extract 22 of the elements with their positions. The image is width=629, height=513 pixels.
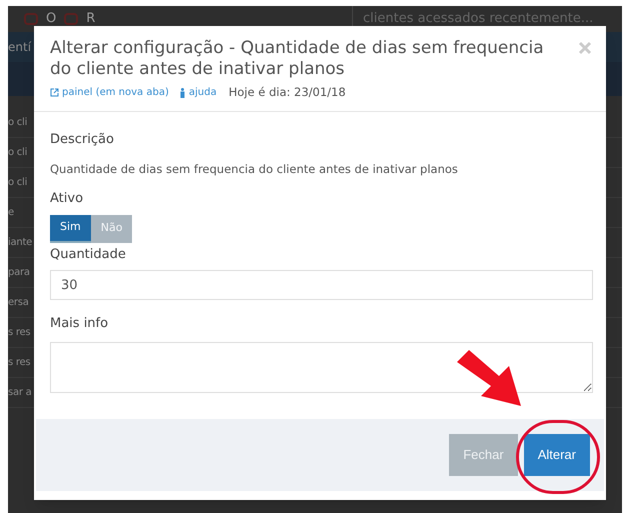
field-label: Ativo (50, 190, 84, 208)
toolbar-icon[interactable] (24, 13, 38, 25)
modal-title: Alterar configuração - Quantidade de dias sem frequencia do cliente antes de inativar planos (50, 38, 545, 80)
toolbar-label: O (46, 10, 56, 28)
nav-label: entí (8, 39, 32, 56)
link[interactable]: painel (em nova aba) (50, 85, 169, 100)
link[interactable]: ajuda (178, 85, 217, 100)
toggle-option[interactable]: Não (90, 214, 132, 242)
toggle-option[interactable]: Sim (50, 214, 91, 242)
arrow-icon (457, 350, 521, 406)
dialog-button[interactable]: Fechar (449, 434, 518, 476)
close-icon[interactable] (578, 41, 592, 55)
description-text: Quantidade de dias sem frequencia do cliente antes de inativar planos (50, 160, 459, 178)
text-area[interactable] (50, 342, 593, 392)
field-label: Quantidade (50, 246, 127, 264)
external-link-icon (50, 88, 59, 98)
field-label: Mais info (50, 315, 110, 333)
input-field[interactable]: 30 (50, 270, 593, 300)
field-label: Descrição (50, 131, 115, 150)
dialog-button[interactable]: Alterar (524, 434, 590, 476)
toolbar-label: R (86, 10, 96, 28)
date-text: Hoje é dia: 23/01/18 (228, 84, 346, 101)
